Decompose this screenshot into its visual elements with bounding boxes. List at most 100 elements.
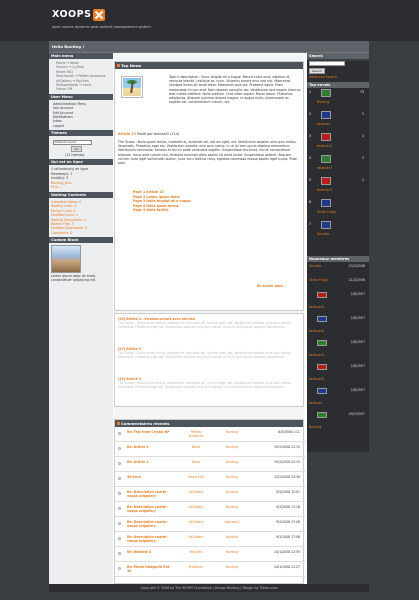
comment-row: Re: Weblink 4 MyLinks Bunting 24/1/2008 22:…	[115, 548, 305, 562]
comment-title[interactable]: Re: Description courte : voupa xxlgaller…	[127, 520, 173, 528]
member-name[interactable]: testuser3	[309, 353, 324, 357]
new-members-block: Socrate 23/2/2008 Victor Hugo 21/2/2008 2/…	[307, 262, 369, 452]
member-name[interactable]: testuser4	[309, 329, 324, 333]
member-name[interactable]: testuser5	[309, 305, 324, 309]
comment-icon	[118, 552, 121, 555]
poster-item: 4 1 testuser3	[307, 154, 369, 176]
member-avatar[interactable]	[317, 316, 327, 322]
comment-date: 24/1/2008 22:55	[274, 550, 300, 554]
poster-name[interactable]: testuser3	[317, 166, 332, 170]
poster-avatar[interactable]	[321, 89, 331, 97]
news-author: Posté par testuser2 (114)	[137, 132, 180, 136]
comment-module[interactable]: xXGallery	[183, 505, 209, 509]
news-page-links: Page 1 Article 13 Page 2 Lorem ipsum dol…	[133, 190, 192, 213]
comment-user[interactable]: Bunting	[219, 550, 245, 554]
member-name[interactable]: testuser2	[309, 377, 324, 381]
member-avatar[interactable]	[317, 412, 327, 418]
member-date: 2/8/2007	[350, 388, 365, 392]
poster-avatar[interactable]	[321, 199, 331, 207]
poster-avatar[interactable]	[321, 177, 331, 185]
poster-name[interactable]: Socrate	[317, 232, 329, 236]
comment-module[interactable]: xXGallery	[183, 520, 209, 524]
poster-item: 6 Victor Hugo	[307, 198, 369, 220]
online-more-link[interactable]: Plus...	[51, 185, 111, 190]
member-item: 2/8/2007 testuser2	[307, 362, 369, 386]
read-more-link[interactable]: En savoir plus...	[257, 284, 286, 288]
poster-item: 1 73 Bunting	[307, 88, 369, 110]
member-name[interactable]: testuser	[309, 401, 322, 405]
user-menu-item[interactable]: Logout	[51, 124, 111, 128]
advanced-search-link[interactable]: Advanced Search	[307, 74, 369, 80]
comment-title[interactable]: Re: Article 4	[127, 445, 173, 449]
member-name[interactable]: Victor Hugo	[309, 278, 328, 282]
member-name[interactable]: Socrate	[309, 264, 321, 268]
comment-module[interactable]: MyLinks	[183, 550, 209, 554]
recent-comments-block: Commentaires récents Re: Test from Cryst…	[114, 419, 305, 584]
custom-image	[51, 245, 81, 274]
search-input[interactable]	[309, 61, 345, 66]
comment-user[interactable]: Bunting	[219, 430, 245, 434]
poster-count: 1	[361, 112, 364, 116]
comment-row: 50 km/h Smart FAQ Bunting 25/2/2008 23:36	[115, 473, 305, 487]
poster-rank: 1	[309, 90, 312, 94]
comment-title[interactable]: Re: Test from Crystal HP	[127, 430, 173, 434]
topic-description: Topic's description : Nunc feugiat mi a …	[169, 75, 301, 105]
left-column: Main menu Home → News Forums → A_Mots Sm…	[49, 53, 113, 584]
comment-title[interactable]: Re: Weblink 4	[127, 550, 173, 554]
member-date: 29/7/2007	[348, 412, 365, 416]
comment-date: 29/2/2008 22:15	[274, 445, 300, 449]
poster-avatar[interactable]	[321, 111, 331, 119]
comment-title[interactable]: Re: Description courte : voupa xxlgaller…	[127, 505, 173, 513]
poster-name[interactable]: Victor Hugo	[317, 210, 336, 214]
comment-user[interactable]: Bunting	[219, 475, 245, 479]
poster-avatar[interactable]	[321, 221, 331, 229]
poster-name[interactable]: testuser	[317, 122, 330, 126]
comment-row: Re: Test from Crystal HP Petites Annonces…	[115, 428, 305, 442]
comment-title[interactable]: Re: Description courte : voupa xxlgaller…	[127, 535, 173, 543]
waiting-item[interactable]: Comments: 0	[51, 231, 111, 235]
comment-user[interactable]: Bunting	[219, 460, 245, 464]
comment-module[interactable]: MyAlbum	[183, 565, 209, 569]
comment-user[interactable]: Bunting	[219, 490, 245, 494]
comment-date: 29/2/2008 22:15	[274, 460, 300, 464]
news-article-link[interactable]: Article 13	[118, 132, 136, 136]
comment-user[interactable]: Bunting	[219, 505, 245, 509]
comment-module[interactable]: xXGallery	[183, 535, 209, 539]
comment-module[interactable]: News	[183, 445, 209, 449]
comment-user[interactable]: Bunting	[219, 445, 245, 449]
search-button[interactable]: Search	[309, 68, 326, 74]
poster-avatar[interactable]	[321, 133, 331, 141]
member-date: 2/8/2007	[350, 340, 365, 344]
comment-user[interactable]: testuser2	[219, 520, 245, 524]
poster-name[interactable]: Bunting	[317, 100, 329, 104]
comment-title[interactable]: 50 km/h	[127, 475, 173, 479]
comment-module[interactable]: News	[183, 460, 209, 464]
xoops-logo[interactable]: XOOPS	[52, 8, 106, 21]
member-avatar[interactable]	[317, 340, 327, 346]
article-item: [20] Article 4 : Vivamus ornare arcu sed…	[118, 317, 301, 330]
poster-name[interactable]: testuser2	[317, 144, 332, 148]
comment-module[interactable]: xXGallery	[183, 490, 209, 494]
member-avatar[interactable]	[317, 292, 327, 298]
comment-title[interactable]: Re: Article 4	[127, 460, 173, 464]
page-container: Hello Bunting ! Main menu Home → News Fo…	[49, 41, 369, 584]
news-page-link[interactable]: Page 5 Nulla facilisi.	[133, 208, 192, 213]
member-avatar[interactable]	[317, 388, 327, 394]
comment-title[interactable]: Re: Photo Categorie 036 30	[127, 565, 173, 573]
theme-go-button[interactable]: Go!	[71, 146, 83, 153]
member-avatar[interactable]	[317, 364, 327, 370]
comment-row: Re: Description courte : voupa xxlgaller…	[115, 518, 305, 532]
member-name[interactable]: Bunting	[309, 425, 321, 429]
poster-avatar[interactable]	[321, 155, 331, 163]
comment-title[interactable]: Re: Description courte : voupa xxlgaller…	[127, 490, 173, 498]
comment-row: Re: Photo Categorie 036 30 MyAlbum Bunting…	[115, 563, 305, 577]
comment-date: 9/2/2008 12:01	[276, 490, 300, 494]
comment-module[interactable]: Petites Annonces	[183, 430, 209, 438]
comment-user[interactable]: Bunting	[219, 565, 245, 569]
logo-text: XOOPS	[52, 9, 92, 20]
poster-name[interactable]: testuser5	[317, 188, 332, 192]
theme-select[interactable]: Default round	[53, 140, 92, 146]
menu-item[interactable]: Forum OM	[51, 87, 111, 91]
comment-module[interactable]: Smart FAQ	[183, 475, 209, 479]
comment-user[interactable]: Bunting	[219, 535, 245, 539]
